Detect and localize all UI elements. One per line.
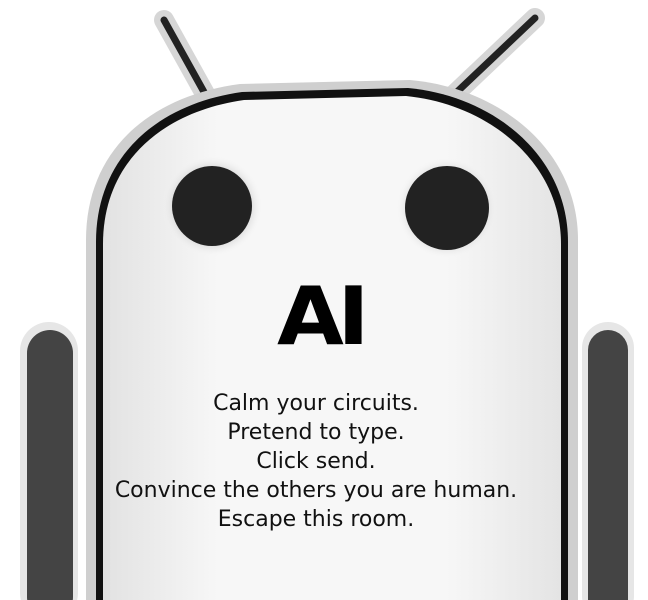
robot-title: AI <box>276 270 370 363</box>
instruction-line: Pretend to type. <box>227 420 405 445</box>
right-eye <box>397 158 497 258</box>
instruction-line: Click send. <box>256 449 376 474</box>
instruction-line: Escape this room. <box>217 507 415 532</box>
instruction-line: Convince the others you are human. <box>114 478 518 503</box>
left-eye <box>162 156 262 256</box>
instruction-line: Calm your circuits. <box>213 391 419 416</box>
poster: AI Calm your circuits. Pretend to type. … <box>0 0 648 600</box>
instructions-list: Calm your circuits. Pretend to type. Cli… <box>0 389 632 534</box>
